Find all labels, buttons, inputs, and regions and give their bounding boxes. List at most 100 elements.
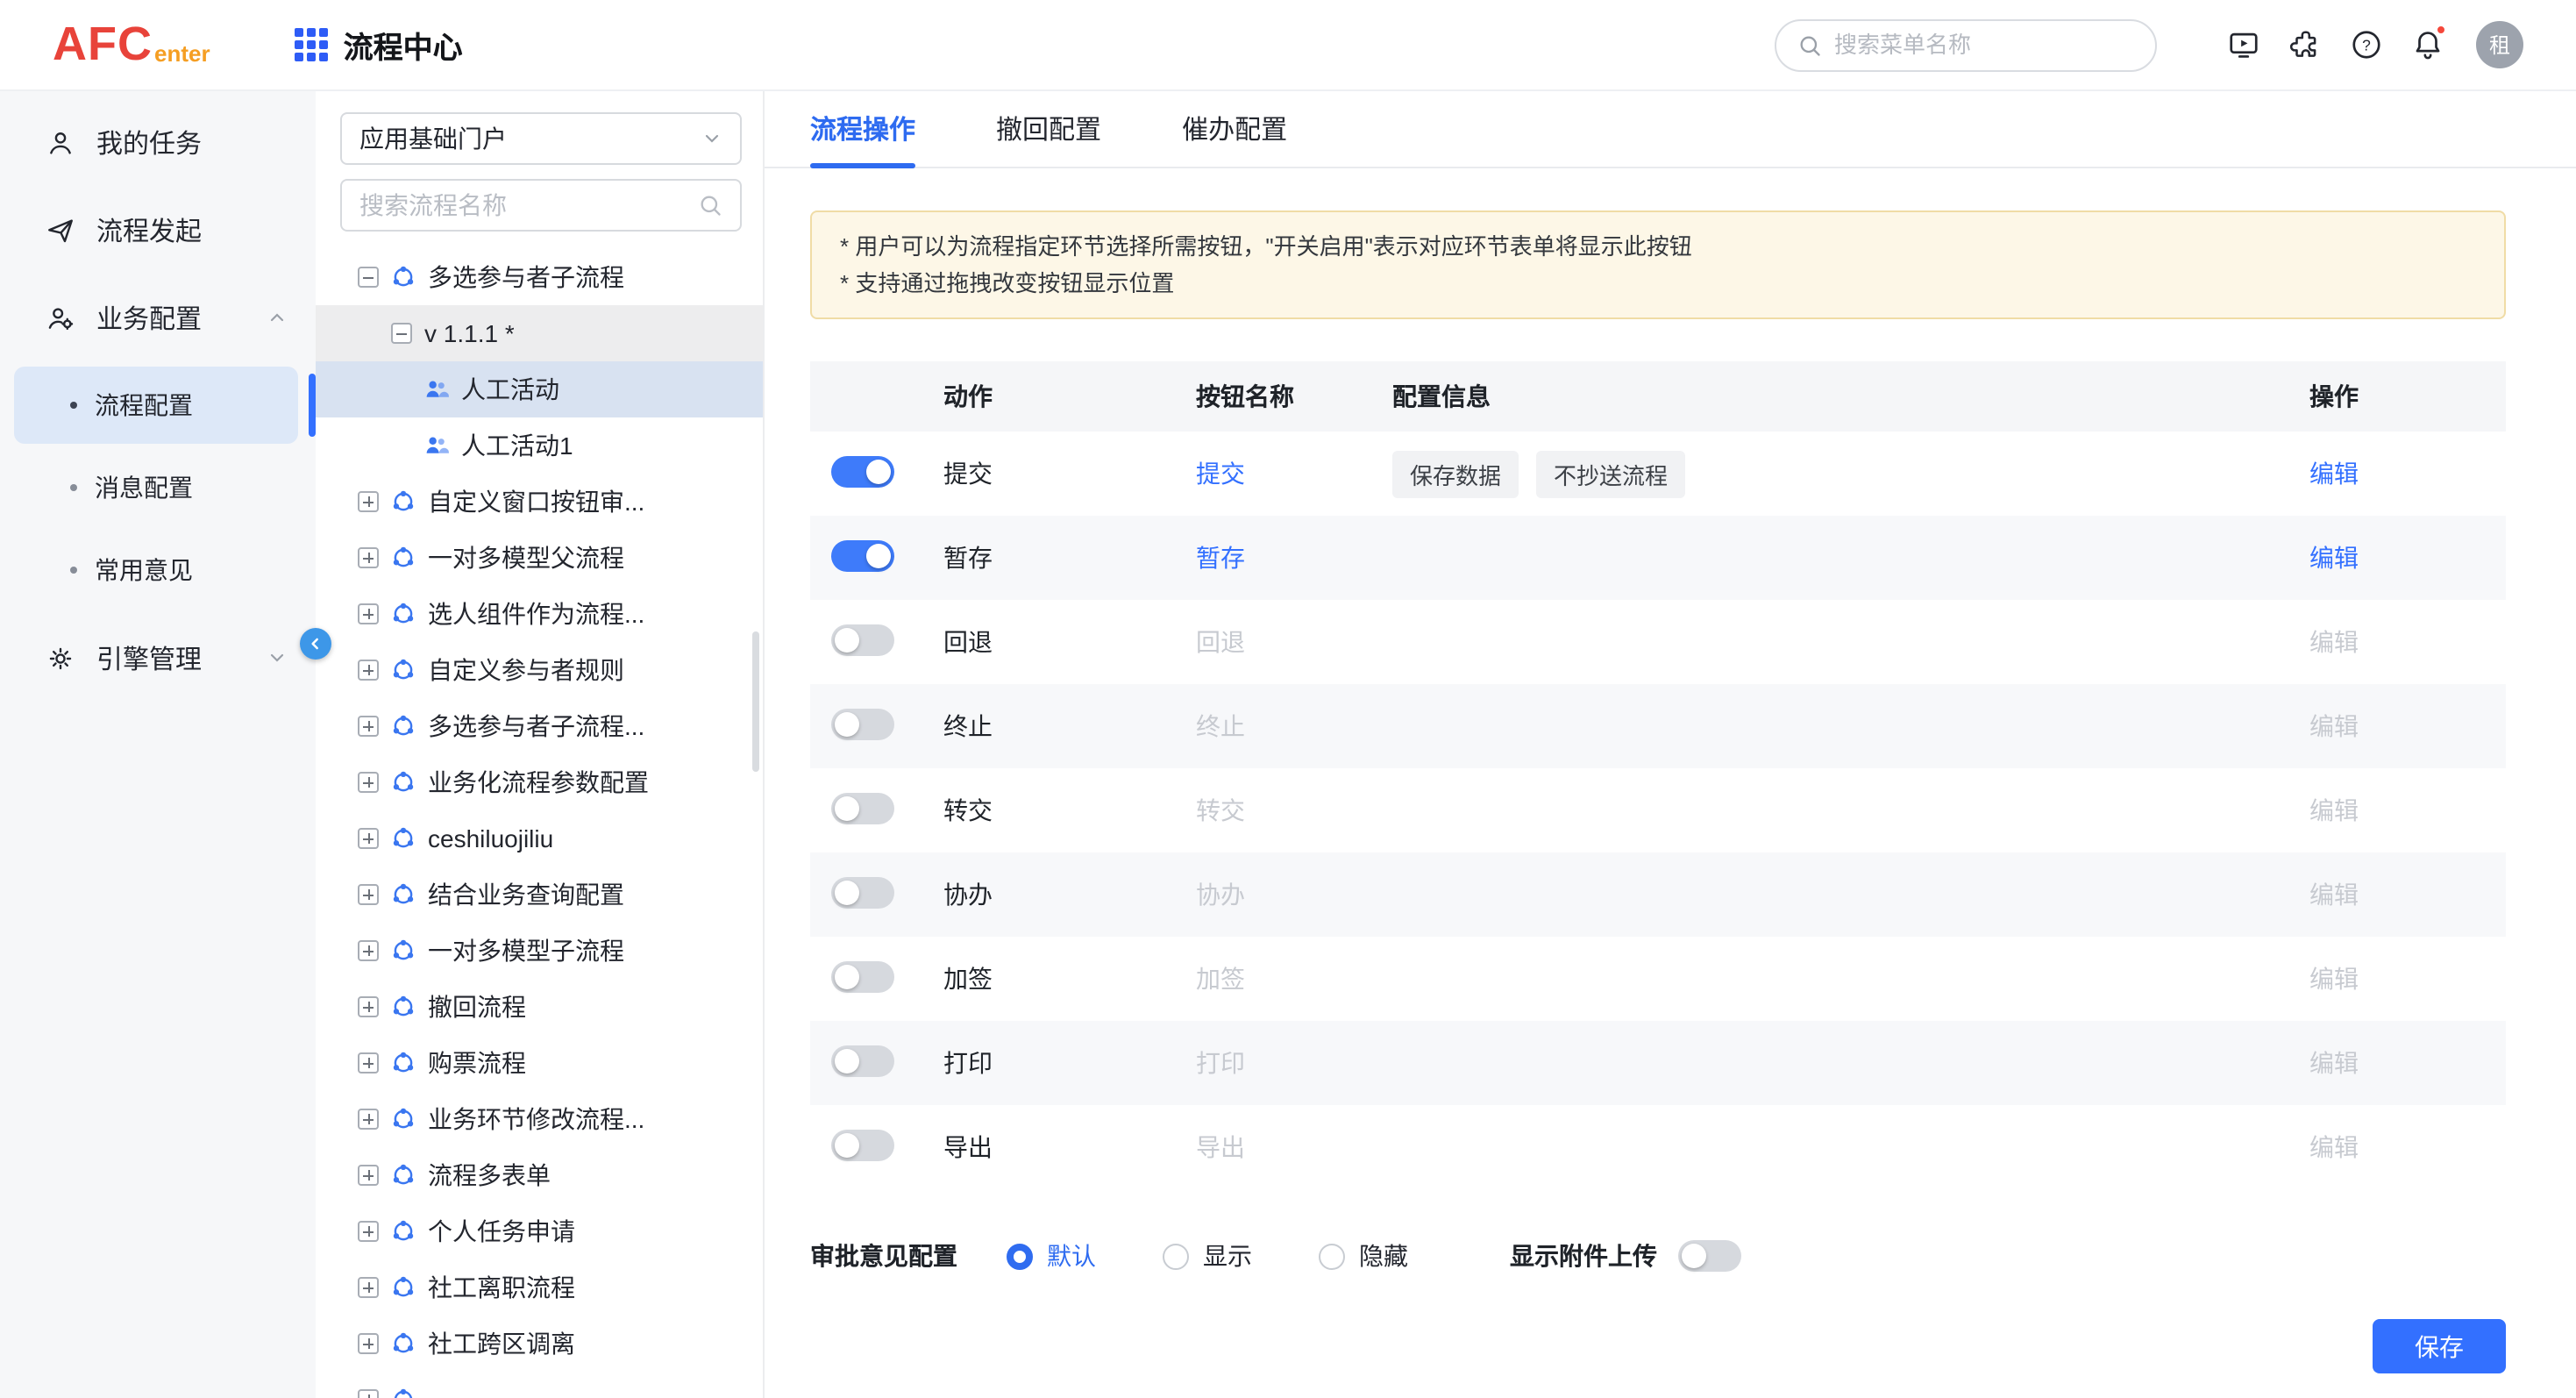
radio-show[interactable]: 显示	[1163, 1238, 1252, 1273]
radio-label: 显示	[1203, 1238, 1252, 1273]
app-monitor-icon[interactable]	[2224, 25, 2262, 64]
tree-node[interactable]: 撤回流程	[316, 979, 763, 1035]
expand-plus-icon[interactable]	[358, 1165, 379, 1186]
tree-node[interactable]: 选人组件作为流程...	[316, 586, 763, 642]
action-label: 打印	[943, 1045, 1196, 1081]
table-row: 提交 提交 保存数据 不抄送流程 编辑	[810, 432, 2506, 516]
tree-node[interactable]: v 1.1.1 *	[316, 305, 763, 361]
radio-default[interactable]: 默认	[1007, 1238, 1096, 1273]
app-select[interactable]: 应用基础门户	[340, 112, 742, 165]
save-button[interactable]: 保存	[2373, 1319, 2506, 1373]
tab-process-actions[interactable]: 流程操作	[810, 91, 915, 167]
column-header-op: 操作	[2309, 379, 2506, 414]
expand-plus-icon[interactable]	[358, 996, 379, 1017]
tree-node[interactable]: ceshiluojiliu	[316, 810, 763, 867]
row-toggle-switch[interactable]	[831, 708, 894, 739]
avatar[interactable]: 租	[2476, 21, 2523, 68]
help-icon[interactable]: ?	[2346, 25, 2385, 64]
process-search-input[interactable]	[359, 191, 687, 219]
expand-plus-icon[interactable]	[358, 772, 379, 793]
tree-node[interactable]: 社工离职流程	[316, 1259, 763, 1316]
expand-plus-icon[interactable]	[358, 660, 379, 681]
tree-node[interactable]: 社工跨区调离	[316, 1316, 763, 1372]
row-toggle-switch[interactable]	[831, 539, 894, 571]
row-toggle-switch[interactable]	[831, 455, 894, 487]
tree-node[interactable]: 流程多表单	[316, 1147, 763, 1203]
tree-node[interactable]: 个人任务申请	[316, 1203, 763, 1259]
process-icon	[391, 602, 416, 626]
collapse-minus-icon[interactable]	[358, 267, 379, 288]
expand-plus-icon[interactable]	[358, 940, 379, 961]
tree-node[interactable]	[316, 1372, 763, 1398]
expand-plus-icon[interactable]	[358, 603, 379, 624]
tree-node[interactable]: 自定义窗口按钮审...	[316, 474, 763, 530]
tree-node-label: 个人任务申请	[428, 1214, 575, 1249]
process-icon	[391, 995, 416, 1019]
edit-link[interactable]: 编辑	[2309, 544, 2359, 572]
tree-node[interactable]: 一对多模型父流程	[316, 530, 763, 586]
tree-node[interactable]: 人工活动1	[316, 417, 763, 474]
expand-plus-icon[interactable]	[358, 1221, 379, 1242]
attachment-upload-toggle[interactable]	[1678, 1240, 1741, 1272]
plugin-puzzle-icon[interactable]	[2285, 25, 2323, 64]
edit-link[interactable]: 编辑	[2309, 712, 2359, 740]
row-toggle-switch[interactable]	[831, 792, 894, 824]
user-gear-icon	[46, 303, 75, 332]
row-toggle-switch[interactable]	[831, 1129, 894, 1160]
menu-search-input[interactable]	[1834, 32, 2134, 58]
bell-icon[interactable]	[2408, 25, 2446, 64]
edit-link[interactable]: 编辑	[2309, 965, 2359, 993]
tree-node-label: 选人组件作为流程...	[428, 596, 644, 631]
app-logo[interactable]: AFCenter	[53, 21, 210, 68]
tree-node[interactable]: 结合业务查询配置	[316, 867, 763, 923]
radio-hide[interactable]: 隐藏	[1319, 1238, 1408, 1273]
tab-urge-config[interactable]: 催办配置	[1182, 91, 1287, 167]
tree-node[interactable]: 购票流程	[316, 1035, 763, 1091]
expand-plus-icon[interactable]	[358, 547, 379, 568]
row-toggle-switch[interactable]	[831, 960, 894, 992]
sidebar-item-process-start[interactable]: 流程发起	[0, 186, 316, 274]
sidebar-collapse-button[interactable]	[300, 628, 331, 660]
tree-node[interactable]: 一对多模型子流程	[316, 923, 763, 979]
tree-node[interactable]: 业务化流程参数配置	[316, 754, 763, 810]
radio-checked-icon	[1007, 1243, 1033, 1269]
expand-plus-icon[interactable]	[358, 1052, 379, 1073]
tree-node[interactable]: 人工活动	[316, 361, 763, 417]
expand-plus-icon[interactable]	[358, 491, 379, 512]
edit-link[interactable]: 编辑	[2309, 1049, 2359, 1077]
sidebar-item-my-tasks[interactable]: 我的任务	[0, 98, 316, 186]
expand-plus-icon[interactable]	[358, 1333, 379, 1354]
edit-link[interactable]: 编辑	[2309, 881, 2359, 909]
tree-node[interactable]: 多选参与者子流程...	[316, 698, 763, 754]
edit-link[interactable]: 编辑	[2309, 796, 2359, 824]
tree-node[interactable]: 多选参与者子流程	[316, 249, 763, 305]
tree-scrollbar[interactable]	[752, 631, 759, 772]
expand-plus-icon[interactable]	[358, 884, 379, 905]
tree-node[interactable]: 自定义参与者规则	[316, 642, 763, 698]
sidebar-item-process-config[interactable]: 流程配置	[14, 367, 298, 444]
expand-plus-icon[interactable]	[358, 828, 379, 849]
collapse-minus-icon[interactable]	[391, 323, 412, 344]
sidebar-item-common-opinions[interactable]: 常用意见	[14, 531, 298, 609]
tree-node-label: 多选参与者子流程	[428, 260, 624, 295]
expand-plus-icon[interactable]	[358, 716, 379, 737]
edit-link[interactable]: 编辑	[2309, 1133, 2359, 1161]
sidebar-item-engine-management[interactable]: 引擎管理	[0, 614, 316, 702]
expand-plus-icon[interactable]	[358, 1109, 379, 1130]
sidebar-item-label: 流程配置	[95, 388, 193, 423]
row-toggle-switch[interactable]	[831, 624, 894, 655]
apps-grid-icon[interactable]	[295, 28, 328, 61]
row-toggle-switch[interactable]	[831, 876, 894, 908]
sidebar-item-message-config[interactable]: 消息配置	[14, 449, 298, 526]
process-icon	[391, 265, 416, 289]
expand-plus-icon[interactable]	[358, 1277, 379, 1298]
tree-node[interactable]: 业务环节修改流程...	[316, 1091, 763, 1147]
edit-link[interactable]: 编辑	[2309, 628, 2359, 656]
tree-node-label: 多选参与者子流程...	[428, 709, 644, 744]
sidebar-item-business-config[interactable]: 业务配置	[0, 274, 316, 361]
tree-node-label: 业务环节修改流程...	[428, 1102, 644, 1137]
row-toggle-switch[interactable]	[831, 1045, 894, 1076]
edit-link[interactable]: 编辑	[2309, 460, 2359, 488]
expand-plus-icon[interactable]	[358, 1389, 379, 1398]
tab-withdraw-config[interactable]: 撤回配置	[996, 91, 1101, 167]
